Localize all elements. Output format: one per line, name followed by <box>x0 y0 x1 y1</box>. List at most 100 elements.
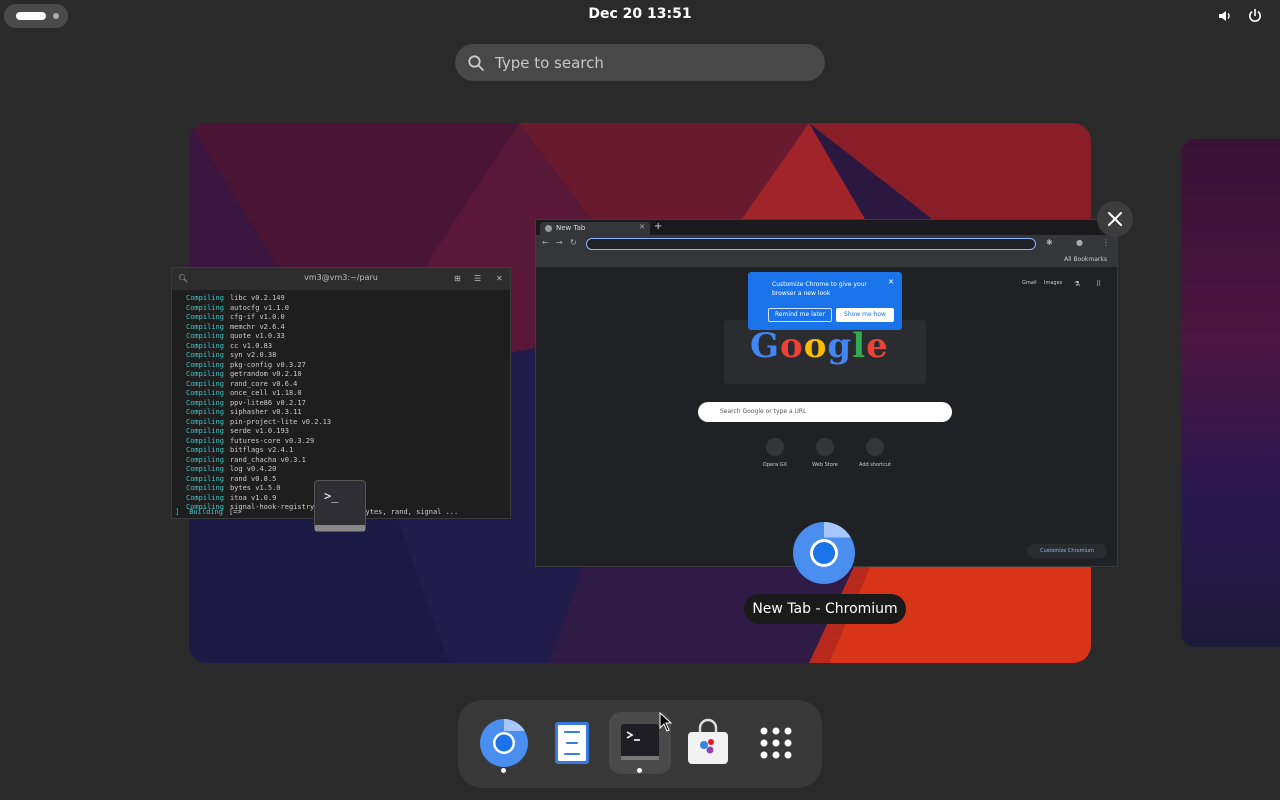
crate-name: quote v1.0.33 <box>229 332 285 340</box>
terminal-line: Compiling serde v1.0.193 <box>180 427 510 437</box>
chromium-window-thumbnail[interactable]: New Tab ✕ + ← → ↻ ✱ ● ⋮ All Bookmarks Gm… <box>535 219 1118 567</box>
compile-keyword: Compiling <box>186 389 224 397</box>
shortcut-web-store: Web Store <box>800 438 850 468</box>
compile-keyword: Compiling <box>186 484 224 492</box>
shortcut-label: Opera GX <box>762 462 788 468</box>
doodle-letter: g <box>827 326 853 366</box>
terminal-line: Compiling autocfg v1.1.0 <box>180 304 510 314</box>
remind-later-button: Remind me later <box>768 308 832 322</box>
compile-keyword: Compiling <box>186 379 224 388</box>
workspace-indicator-active <box>16 12 46 20</box>
compile-keyword: Compiling <box>186 465 224 473</box>
customize-chromium-button: Customize Chromium <box>1027 544 1107 558</box>
terminal-line: Compiling quote v1.0.33 <box>180 332 510 342</box>
compile-keyword: Compiling <box>186 455 224 464</box>
profile-icon: ● <box>1076 238 1083 247</box>
crate-name: siphasher v0.3.11 <box>229 408 302 416</box>
compile-keyword: Compiling <box>186 313 224 321</box>
compile-keyword: Compiling <box>186 341 224 350</box>
close-icon: ✕ <box>496 274 503 283</box>
chromium-icon <box>480 719 528 767</box>
overview-search[interactable] <box>455 44 825 81</box>
text-editor-icon <box>555 722 589 764</box>
kebab-menu-icon: ⋮ <box>1102 238 1110 247</box>
running-indicator <box>637 768 642 773</box>
crate-name: rand_core v0.6.4 <box>229 379 298 388</box>
terminal-line: Compiling rand_chacha v0.3.1 <box>180 456 510 466</box>
crate-name: cfg-if v1.0.0 <box>229 313 285 321</box>
terminal-line: Compiling libc v0.2.149 <box>180 294 510 304</box>
tab-strip: New Tab ✕ + <box>536 220 1117 235</box>
compile-keyword: Compiling <box>186 427 224 435</box>
terminal-line: Compiling bitflags v2.4.1 <box>180 446 510 456</box>
tab-title: New Tab <box>556 224 586 232</box>
menu-icon: ☰ <box>474 274 482 283</box>
terminal-line: Compiling memchr v2.6.4 <box>180 323 510 333</box>
dock-text-editor[interactable] <box>541 712 603 774</box>
show-apps-button[interactable] <box>745 712 807 774</box>
compile-keyword: Compiling <box>186 351 224 359</box>
next-workspace-thumbnail[interactable] <box>1181 139 1280 647</box>
dock-software[interactable] <box>677 712 739 774</box>
crate-name: pin-project-lite v0.2.13 <box>229 417 332 426</box>
dash <box>458 700 822 788</box>
close-icon <box>1108 212 1122 226</box>
crate-name: syn v2.0.38 <box>229 351 277 359</box>
crate-name: pkg-config v0.3.27 <box>229 360 306 369</box>
tab-favicon <box>545 225 552 232</box>
compile-keyword: Compiling <box>186 322 224 331</box>
compile-keyword: Compiling <box>186 493 224 502</box>
show-me-how-button: Show me how <box>836 308 894 322</box>
top-bar: Dec 20 13:51 <box>0 0 1280 32</box>
terminal-line: Compiling pkg-config v0.3.27 <box>180 361 510 371</box>
window-title-label: New Tab - Chromium <box>744 594 906 624</box>
back-icon: ← <box>542 238 549 247</box>
terminal-line: Compiling once_cell v1.18.0 <box>180 389 510 399</box>
terminal-line: Compiling siphasher v0.3.11 <box>180 408 510 418</box>
crate-name: rand v0.8.5 <box>229 474 277 483</box>
mouse-cursor <box>659 712 673 732</box>
plus-icon: + <box>654 221 663 232</box>
activities-button[interactable] <box>4 4 68 28</box>
compile-keyword: Compiling <box>186 370 224 378</box>
images-link: Images <box>1044 280 1063 286</box>
crate-name: cc v1.0.83 <box>229 341 273 350</box>
terminal-app-icon: >_ <box>314 480 366 532</box>
terminal-line: Compiling rand_core v0.6.4 <box>180 380 510 390</box>
terminal-line: Compiling pin-project-lite v0.2.13 <box>180 418 510 428</box>
new-tab-icon: ⊞ <box>454 274 461 283</box>
gmail-link: Gmail <box>1022 280 1037 286</box>
crate-name: bitflags v2.4.1 <box>229 446 294 454</box>
running-indicator <box>501 768 506 773</box>
volume-icon[interactable] <box>1217 8 1233 24</box>
doodle-letter: o <box>803 326 828 366</box>
dock-chromium[interactable] <box>473 712 535 774</box>
compile-keyword: Compiling <box>186 303 224 312</box>
search-input[interactable] <box>495 44 815 81</box>
tab-new-tab: New Tab ✕ <box>540 222 650 235</box>
crate-name: memchr v2.6.4 <box>229 322 285 331</box>
compile-keyword: Compiling <box>186 417 224 426</box>
clock[interactable]: Dec 20 13:51 <box>540 6 740 22</box>
search-icon <box>468 55 484 71</box>
crate-name: ppv-lite86 v0.2.17 <box>229 398 306 407</box>
reload-icon: ↻ <box>570 238 577 247</box>
terminal-line: Compiling ppv-lite86 v0.2.17 <box>180 399 510 409</box>
crate-name: autocfg v1.1.0 <box>229 303 289 312</box>
compile-keyword: Compiling <box>186 436 224 445</box>
shortcut-label: Web Store <box>812 462 838 468</box>
doodle-letter: e <box>866 326 889 366</box>
doodle-letter: G <box>750 326 781 366</box>
power-icon[interactable] <box>1247 8 1263 24</box>
ntp-search-placeholder: Search Google or type a URL <box>720 408 807 415</box>
crate-name: serde v1.0.193 <box>229 427 289 435</box>
crate-name: libc v0.2.149 <box>229 294 285 302</box>
shortcut-opera-gx: Opera GX <box>750 438 800 468</box>
bookmarks-bar: All Bookmarks <box>536 253 1117 267</box>
software-store-icon <box>688 718 728 764</box>
close-window-button[interactable] <box>1097 201 1133 237</box>
close-icon: ✕ <box>639 223 645 231</box>
compile-keyword: Compiling <box>186 294 224 302</box>
crate-name: futures-core v0.3.29 <box>229 436 315 445</box>
compile-keyword: Compiling <box>186 408 224 416</box>
